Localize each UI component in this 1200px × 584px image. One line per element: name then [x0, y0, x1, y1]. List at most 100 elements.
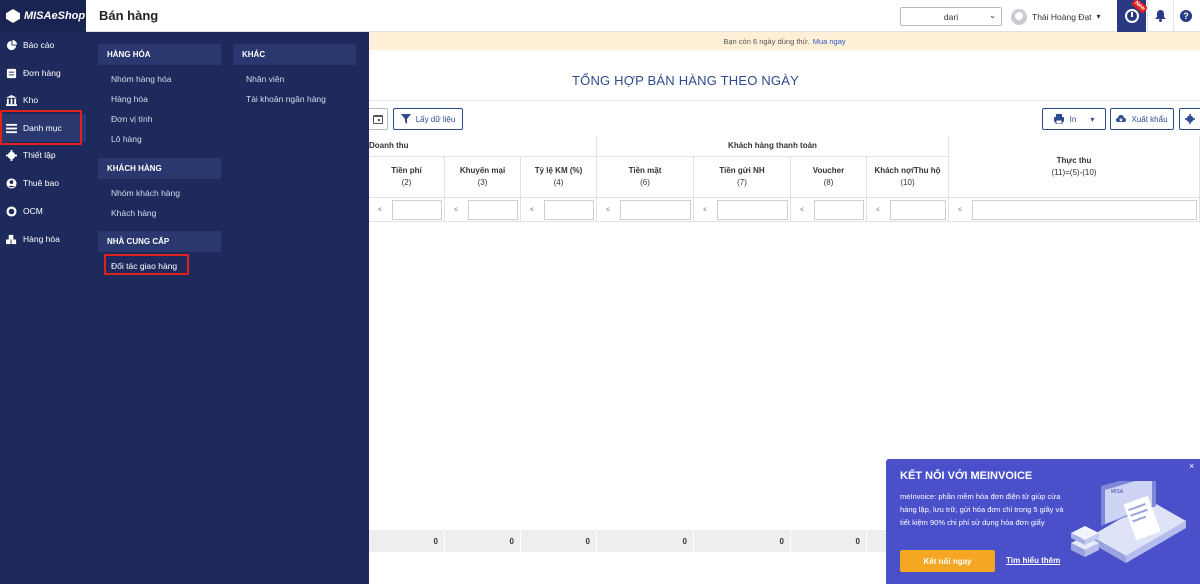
- menu-item-don-vi-tinh[interactable]: Đơn vị tính: [111, 114, 152, 124]
- export-label: Xuất khẩu: [1131, 114, 1168, 124]
- menu-item-nhan-vien[interactable]: Nhân viên: [246, 74, 284, 84]
- print-label: In: [1069, 114, 1077, 124]
- category-menu: HÀNG HÓA Nhóm hàng hóa Hàng hóa Đơn vị t…: [86, 32, 369, 584]
- filter-operator[interactable]: ≤: [952, 203, 968, 217]
- filter-operator[interactable]: ≤: [794, 203, 810, 217]
- column-label: Khách nợ/Thu hộ: [874, 166, 941, 175]
- column-header-khuyen-mai[interactable]: Khuyến mại (3): [445, 157, 521, 198]
- filter-cell: ≤: [791, 198, 867, 222]
- filter-input[interactable]: [468, 200, 518, 220]
- column-header-thuc-thu[interactable]: Thực thu (11)=(5)-(10): [949, 136, 1200, 198]
- logo-icon: [6, 9, 20, 23]
- sidebar-item-thiet-lap[interactable]: Thiết lập: [0, 141, 86, 169]
- notification-button[interactable]: [1152, 8, 1168, 24]
- filter-input[interactable]: [620, 200, 691, 220]
- art-brand: MISA: [1111, 489, 1124, 495]
- filter-input[interactable]: [717, 200, 788, 220]
- cloud-download-icon: [1116, 115, 1127, 122]
- column-header-khach-no[interactable]: Khách nợ/Thu hộ (10): [867, 157, 949, 198]
- total-cell: 0: [597, 530, 694, 552]
- filter-cell: ≤: [521, 198, 597, 222]
- filter-input[interactable]: [972, 200, 1197, 220]
- sidebar-item-don-hang[interactable]: Đơn hàng: [0, 59, 86, 87]
- column-number: (7): [737, 178, 747, 187]
- chevron-down-icon: ▾: [1096, 12, 1101, 21]
- column-header-tien-phi[interactable]: Tiền phí (2): [369, 157, 445, 198]
- sidebar-item-label: Hàng hóa: [23, 234, 60, 244]
- menu-item-tai-khoan-ngan-hang[interactable]: Tài khoản ngân hàng: [246, 94, 326, 104]
- report-title: TỔNG HỢP BÁN HÀNG THEO NGÀY: [572, 73, 799, 88]
- column-header-tien-mat[interactable]: Tiền mặt (6): [597, 157, 694, 198]
- highlight-box: [104, 254, 189, 275]
- menu-item-nhom-hang-hoa[interactable]: Nhóm hàng hóa: [111, 74, 172, 84]
- group-header-label: Khách hàng thanh toán: [728, 141, 817, 150]
- help-button[interactable]: ?: [1178, 8, 1194, 24]
- filter-operator[interactable]: ≤: [372, 203, 388, 217]
- sidebar-item-label: Thiết lập: [23, 150, 56, 160]
- ocm-icon: [5, 205, 17, 217]
- export-button[interactable]: Xuất khẩu: [1110, 108, 1174, 130]
- total-cell: 0: [791, 530, 867, 552]
- column-header-ty-le-km[interactable]: Tỷ lệ KM (%) (4): [521, 157, 597, 198]
- filter-input[interactable]: [814, 200, 864, 220]
- total-cell: 0: [521, 530, 597, 552]
- settings-button[interactable]: [1179, 108, 1200, 130]
- filter-icon: [400, 114, 411, 124]
- filter-operator[interactable]: ≤: [600, 203, 616, 217]
- divider: [1173, 0, 1174, 32]
- store-select[interactable]: dari ⌄: [900, 7, 1002, 26]
- column-header-voucher[interactable]: Voucher (8): [791, 157, 867, 198]
- connect-now-button[interactable]: Kết nối ngay: [900, 550, 995, 572]
- column-number: (4): [553, 178, 564, 187]
- user-name: Thái Hoàng Đạt: [1032, 11, 1092, 22]
- boxes-icon: [5, 233, 17, 245]
- filter-cell: ≤: [445, 198, 521, 222]
- filter-operator[interactable]: ≤: [697, 203, 713, 217]
- laptop-invoice-illustration: MISA: [1071, 481, 1186, 563]
- menu-item-lo-hang[interactable]: Lô hàng: [111, 134, 142, 144]
- sidebar-item-label: Kho: [23, 95, 39, 105]
- total-cell: 0: [694, 530, 791, 552]
- meinvoice-promo: KẾT NỐI VỚI MEINVOICE meInvoice: phần mề…: [886, 459, 1200, 584]
- close-icon[interactable]: ×: [1189, 461, 1194, 471]
- menu-item-khach-hang[interactable]: Khách hàng: [111, 208, 156, 218]
- sidebar-item-bao-cao[interactable]: Báo cáo: [0, 31, 86, 59]
- get-data-button[interactable]: Lấy dữ liệu: [393, 108, 463, 130]
- filter-operator[interactable]: ≤: [524, 203, 540, 217]
- top-bar: Bán hàng dari ⌄ Thái Hoàng Đạt ▾ New ?: [86, 0, 1200, 32]
- sidebar-item-label: Báo cáo: [23, 40, 55, 50]
- menu-item-hang-hoa[interactable]: Hàng hóa: [111, 94, 148, 104]
- column-label: Tiền gửi NH: [719, 166, 765, 175]
- brand-name: MISAeShop: [24, 10, 86, 22]
- sidebar-item-label: Đơn hàng: [23, 68, 61, 78]
- calendar-icon: [373, 115, 383, 124]
- avatar: [1011, 8, 1027, 25]
- column-number: (3): [477, 178, 488, 187]
- sidebar-item-ocm[interactable]: OCM: [0, 197, 86, 225]
- sidebar-item-label: OCM: [23, 206, 43, 216]
- user-menu[interactable]: Thái Hoàng Đạt ▾: [1011, 7, 1101, 26]
- brand-logo[interactable]: MISAeShop: [0, 0, 86, 32]
- printer-icon: [1053, 114, 1064, 124]
- warehouse-icon: [5, 94, 17, 106]
- pie-chart-icon: [5, 39, 17, 51]
- filter-input[interactable]: [392, 200, 442, 220]
- learn-more-link[interactable]: Tìm hiểu thêm: [1006, 556, 1060, 565]
- print-button[interactable]: In ▾: [1042, 108, 1106, 130]
- column-number: (11)=(5)-(10): [1051, 167, 1097, 177]
- column-label: Thực thu: [1056, 155, 1092, 165]
- filter-cell: ≤: [867, 198, 949, 222]
- menu-item-nhom-khach-hang[interactable]: Nhóm khách hàng: [111, 188, 180, 198]
- filter-input[interactable]: [890, 200, 946, 220]
- filter-operator[interactable]: ≤: [448, 203, 464, 217]
- sidebar-item-thue-bao[interactable]: Thuê bao: [0, 169, 86, 197]
- date-picker-button[interactable]: [369, 108, 388, 130]
- sidebar-item-hang-hoa[interactable]: Hàng hóa: [0, 225, 86, 253]
- filter-input[interactable]: [544, 200, 594, 220]
- column-number: (8): [823, 178, 834, 187]
- column-header-tien-gui-nh[interactable]: Tiền gửi NH (7): [694, 157, 791, 198]
- filter-operator[interactable]: ≤: [870, 203, 886, 217]
- column-label: Tiền mặt: [628, 166, 662, 175]
- filter-cell: ≤: [597, 198, 694, 222]
- buy-now-link[interactable]: Mua ngay: [813, 37, 846, 46]
